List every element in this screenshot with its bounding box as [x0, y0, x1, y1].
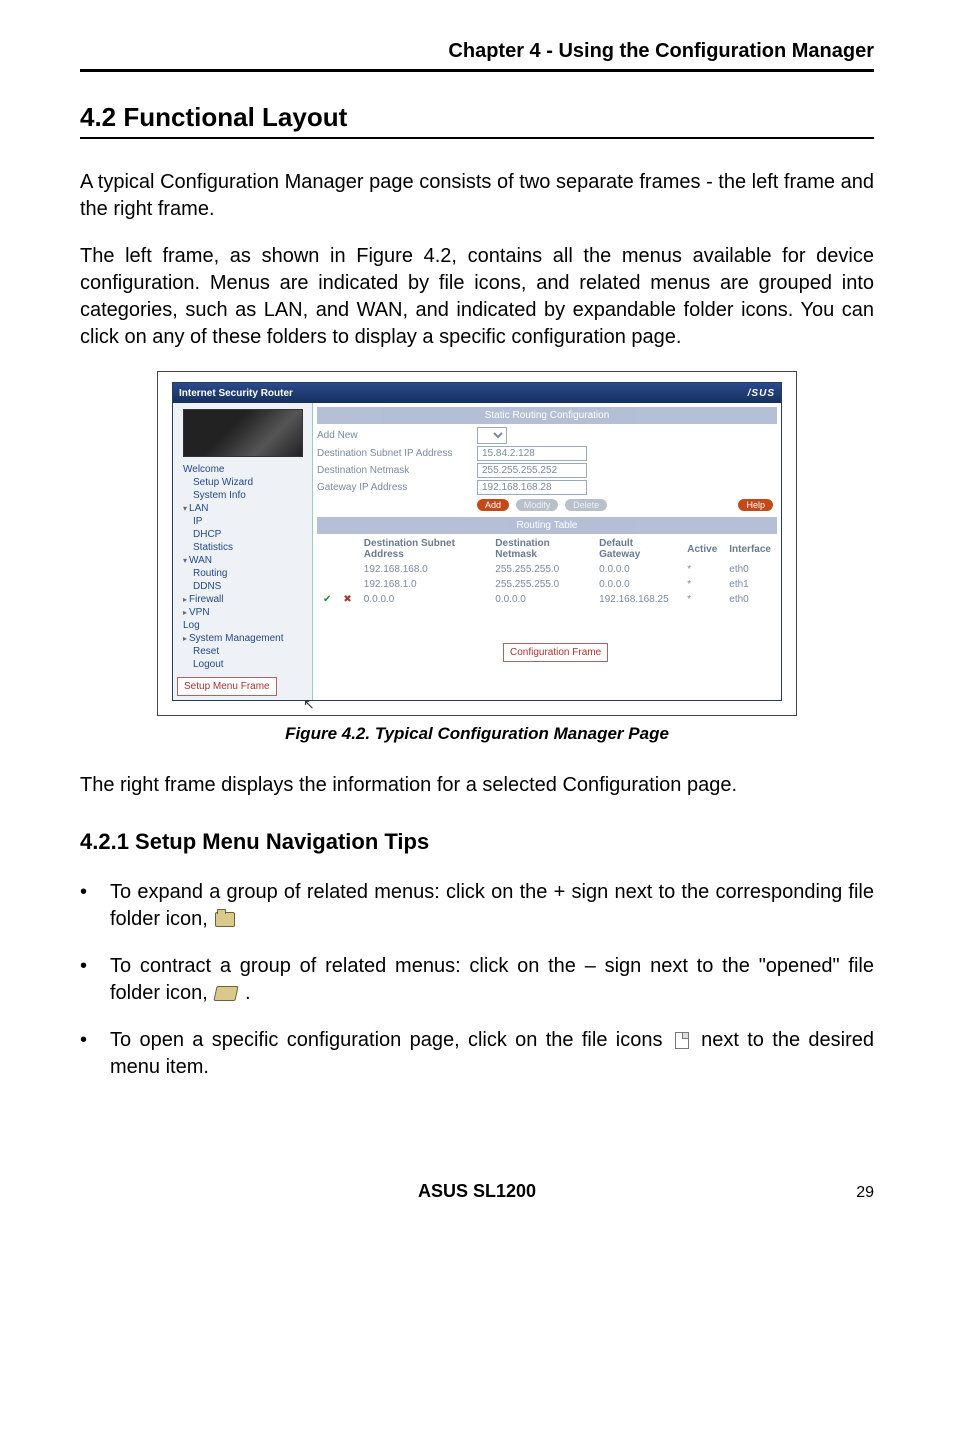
- right-content-pane: Static Routing Configuration Add New Des…: [313, 403, 781, 700]
- nav-lan[interactable]: LAN: [177, 502, 308, 515]
- th-active: Active: [681, 536, 723, 562]
- bullet-icon: •: [80, 879, 110, 906]
- bullet-icon: •: [80, 1027, 110, 1054]
- nav-dhcp[interactable]: DHCP: [187, 528, 308, 541]
- nav-ddns[interactable]: DDNS: [187, 580, 308, 593]
- table-row: 192.168.168.0 255.255.255.0 0.0.0.0 * et…: [317, 562, 777, 577]
- list-item: • To expand a group of related menus: cl…: [80, 879, 874, 933]
- routing-table: Destination Subnet Address Destination N…: [317, 536, 777, 607]
- help-button[interactable]: Help: [738, 499, 773, 511]
- figure-caption: Figure 4.2. Typical Configuration Manage…: [80, 724, 874, 744]
- dest-netmask-label: Destination Netmask: [317, 465, 477, 476]
- cell: ✖: [337, 592, 357, 607]
- nav-wan[interactable]: WAN: [177, 554, 308, 567]
- window-title: Internet Security Router: [179, 388, 293, 399]
- app-window: Internet Security Router /SUS Welcome Se…: [172, 382, 782, 701]
- tip-2-text-b: .: [245, 982, 251, 1004]
- dest-subnet-input[interactable]: 15.84.2.128: [477, 446, 587, 461]
- cell: 0.0.0.0: [489, 592, 593, 607]
- cursor-icon: ↖: [303, 696, 315, 713]
- modify-button[interactable]: Modify: [516, 499, 559, 511]
- cell: eth1: [723, 577, 777, 592]
- cell: 255.255.255.0: [489, 562, 593, 577]
- nav-reset[interactable]: Reset: [187, 645, 308, 658]
- nav-setup-wizard[interactable]: Setup Wizard: [187, 476, 308, 489]
- th-dest-subnet: Destination Subnet Address: [358, 536, 490, 562]
- table-row: 192.168.1.0 255.255.255.0 0.0.0.0 * eth1: [317, 577, 777, 592]
- paragraph-3: The right frame displays the information…: [80, 772, 874, 799]
- cell: 192.168.168.0: [358, 562, 490, 577]
- configuration-frame-callout: Configuration Frame: [503, 643, 608, 662]
- cell: *: [681, 562, 723, 577]
- bullet-icon: •: [80, 953, 110, 980]
- section-title: 4.2 Functional Layout: [80, 102, 874, 133]
- divider-under-title: [80, 137, 874, 139]
- nav-log[interactable]: Log: [177, 619, 308, 632]
- dest-subnet-label: Destination Subnet IP Address: [317, 448, 477, 459]
- nav-system-info[interactable]: System Info: [187, 489, 308, 502]
- cell: [317, 562, 337, 577]
- add-button[interactable]: Add: [477, 499, 509, 511]
- nav-vpn[interactable]: VPN: [177, 606, 308, 619]
- th-blank1: [317, 536, 337, 562]
- folder-closed-icon: [215, 912, 235, 927]
- nav-ip[interactable]: IP: [187, 515, 308, 528]
- cell: 0.0.0.0: [593, 577, 681, 592]
- footer-product: ASUS SL1200: [120, 1181, 834, 1202]
- cell: 255.255.255.0: [489, 577, 593, 592]
- app-titlebar: Internet Security Router /SUS: [173, 383, 781, 403]
- table-row: ✔ ✖ 0.0.0.0 0.0.0.0 192.168.168.25 * eth…: [317, 592, 777, 607]
- th-dest-netmask: Destination Netmask: [489, 536, 593, 562]
- addnew-label: Add New: [317, 430, 477, 441]
- cell: *: [681, 592, 723, 607]
- dest-netmask-input[interactable]: 255.255.255.252: [477, 463, 587, 478]
- device-image: [183, 409, 303, 457]
- nav-routing[interactable]: Routing: [187, 567, 308, 580]
- nav-system-management[interactable]: System Management: [177, 632, 308, 645]
- cell: [317, 577, 337, 592]
- brand-logo: /SUS: [748, 388, 775, 399]
- button-row: Add Modify Delete Help: [477, 499, 777, 511]
- addnew-select[interactable]: [477, 427, 507, 444]
- nav-statistics[interactable]: Statistics: [187, 541, 308, 554]
- tip-3-text-a: To open a specific configuration page, c…: [110, 1029, 671, 1051]
- page-footer: ASUS SL1200 29: [80, 1181, 874, 1202]
- gateway-label: Gateway IP Address: [317, 482, 477, 493]
- cell: 0.0.0.0: [358, 592, 490, 607]
- table-header-row: Destination Subnet Address Destination N…: [317, 536, 777, 562]
- banner-routing-table: Routing Table: [317, 517, 777, 534]
- cell: [337, 577, 357, 592]
- footer-page-number: 29: [834, 1184, 874, 1202]
- nav-logout[interactable]: Logout: [187, 658, 308, 671]
- cell: 192.168.1.0: [358, 577, 490, 592]
- folder-open-icon: [214, 986, 239, 1001]
- cell: 192.168.168.25: [593, 592, 681, 607]
- setup-menu-frame-callout: Setup Menu Frame: [177, 677, 277, 696]
- list-item: • To contract a group of related menus: …: [80, 953, 874, 1007]
- left-nav-pane: Welcome Setup Wizard System Info LAN IP …: [173, 403, 313, 700]
- th-default-gateway: Default Gateway: [593, 536, 681, 562]
- banner-static-routing: Static Routing Configuration: [317, 407, 777, 424]
- paragraph-1: A typical Configuration Manager page con…: [80, 169, 874, 223]
- th-blank2: [337, 536, 357, 562]
- tips-list: • To expand a group of related menus: cl…: [80, 879, 874, 1081]
- list-item: • To open a specific configuration page,…: [80, 1027, 874, 1081]
- cell: *: [681, 577, 723, 592]
- subsection-title: 4.2.1 Setup Menu Navigation Tips: [80, 829, 874, 855]
- cell: eth0: [723, 562, 777, 577]
- file-icon: [675, 1032, 689, 1049]
- divider-thick: [80, 69, 874, 72]
- cell: 0.0.0.0: [593, 562, 681, 577]
- cell: eth0: [723, 592, 777, 607]
- th-interface: Interface: [723, 536, 777, 562]
- gateway-input[interactable]: 192.168.168.28: [477, 480, 587, 495]
- chapter-header: Chapter 4 - Using the Configuration Mana…: [80, 40, 874, 63]
- cell: [337, 562, 357, 577]
- figure-4-2: Internet Security Router /SUS Welcome Se…: [157, 371, 797, 716]
- paragraph-2: The left frame, as shown in Figure 4.2, …: [80, 243, 874, 351]
- nav-welcome[interactable]: Welcome: [177, 463, 308, 476]
- cell: ✔: [317, 592, 337, 607]
- nav-firewall[interactable]: Firewall: [177, 593, 308, 606]
- delete-button[interactable]: Delete: [565, 499, 607, 511]
